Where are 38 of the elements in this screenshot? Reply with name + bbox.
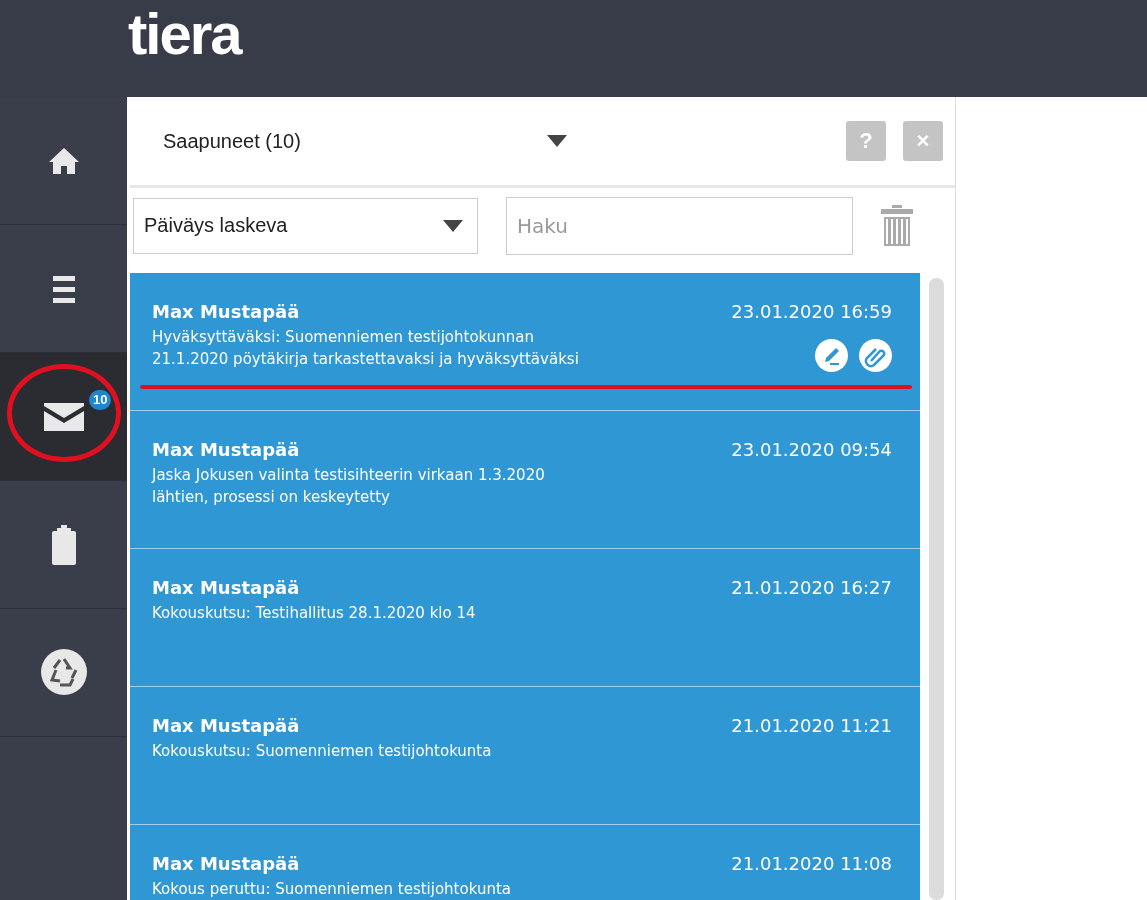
message-subject: Kokouskutsu: Suomenniemen testijohtokunta bbox=[152, 741, 492, 762]
message-subject: Hyväksyttäväksi: Suomenniemen testijohtokunnan bbox=[152, 327, 535, 348]
message-subject: Jaska Jokusen valinta testisihteerin virkaan 1.3.2020 bbox=[152, 465, 545, 486]
unread-badge: 10 bbox=[89, 390, 112, 410]
message-sender: Max Mustapää bbox=[152, 577, 300, 598]
clipboard-icon bbox=[51, 524, 76, 565]
message-sender: Max Mustapää bbox=[152, 301, 300, 322]
message-date: 21.01.2020 11:08 bbox=[731, 853, 892, 874]
message-sender: Max Mustapää bbox=[152, 853, 300, 874]
menu-icon bbox=[52, 273, 75, 304]
caret-icon bbox=[443, 219, 463, 232]
message-sender: Max Mustapää bbox=[152, 715, 300, 736]
message-date: 23.01.2020 16:59 bbox=[731, 301, 892, 322]
recycle-icon bbox=[39, 647, 88, 698]
help-button[interactable]: ? bbox=[846, 121, 886, 161]
message-date: 21.01.2020 16:27 bbox=[731, 577, 892, 598]
sidebar-item[interactable]: 10 bbox=[0, 353, 127, 481]
message-date: 21.01.2020 11:21 bbox=[731, 715, 892, 736]
sort-dropdown[interactable]: Päiväys laskeva bbox=[133, 197, 478, 254]
message-sender: Max Mustapää bbox=[152, 439, 300, 460]
search-field[interactable]: Haku bbox=[506, 196, 853, 255]
logo: tiera bbox=[128, 4, 241, 63]
message-item[interactable]: Max Mustapää 23.01.2020 16:59 Hyväksyttäväksi: Suomenniemen testijohtokunnan 21.1.2020 pöytäkirja tarkastettavaksi ja hyväksyttäväksi bbox=[130, 273, 920, 411]
caret-icon bbox=[547, 135, 567, 147]
scrollbar[interactable] bbox=[929, 278, 944, 900]
message-date: 23.01.2020 09:54 bbox=[731, 439, 892, 460]
message-subject: Kokouskutsu: Testihallitus 28.1.2020 klo 14 bbox=[152, 603, 476, 624]
close-button[interactable]: × bbox=[903, 121, 943, 161]
message-subject: 21.1.2020 pöytäkirja tarkastettavaksi ja hyväksyttäväksi bbox=[152, 349, 579, 370]
message-item[interactable]: Max Mustapää 21.01.2020 11:21 Kokouskutsu: Suomenniemen testijohtokunta bbox=[130, 687, 920, 825]
folder-dropdown[interactable]: Saapuneet (10) bbox=[130, 111, 829, 171]
message-item[interactable]: Max Mustapää 21.01.2020 11:08 Kokous peruttu: Suomenniemen testijohtokunta bbox=[130, 825, 920, 900]
message-item[interactable]: Max Mustapää 23.01.2020 09:54 Jaska Jokusen valinta testisihteerin virkaan 1.3.2020 lähtien, prosessi on keskeytetty bbox=[130, 411, 920, 549]
message-item[interactable]: Max Mustapää 21.01.2020 16:27 Kokouskutsu: Testihallitus 28.1.2020 klo 14 bbox=[130, 549, 920, 687]
message-subject: lähtien, prosessi on keskeytetty bbox=[152, 487, 390, 508]
mail-icon bbox=[43, 402, 84, 431]
message-subject: Kokous peruttu: Suomenniemen testijohtokunta bbox=[152, 879, 511, 900]
home-icon bbox=[47, 146, 80, 175]
